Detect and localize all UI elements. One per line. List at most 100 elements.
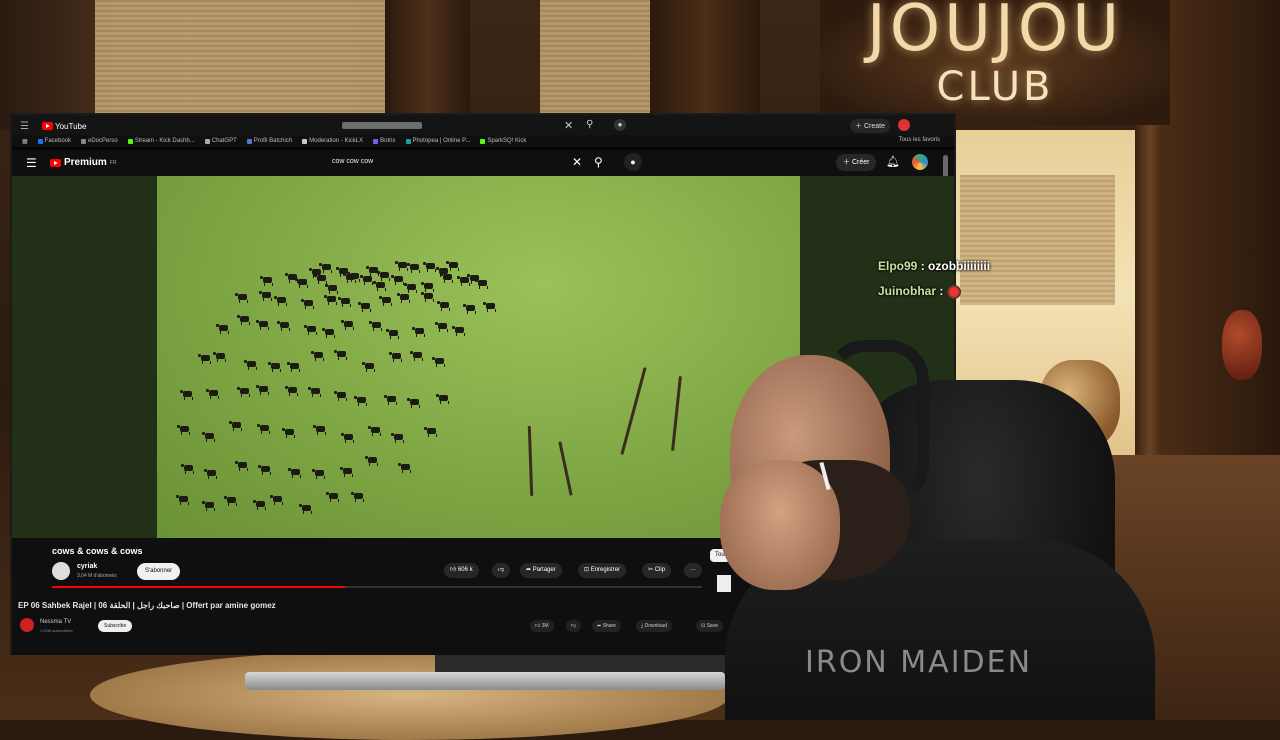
clear-search-icon[interactable]: ✕ <box>572 155 582 169</box>
notifications-bell-icon[interactable]: 🔔︎ <box>886 155 900 168</box>
bookmark-item[interactable]: ChatGPT <box>204 138 237 144</box>
overlay-download-button[interactable]: ⤓ Download <box>636 620 672 632</box>
cow <box>462 303 476 314</box>
cow <box>257 464 271 475</box>
cow <box>421 282 435 293</box>
cow <box>391 432 405 443</box>
youtube-premium-logo[interactable]: Premium FR <box>50 157 116 168</box>
bookmark-label: Photopea | Online P... <box>412 138 471 144</box>
cow <box>385 328 399 339</box>
cow <box>203 468 217 479</box>
bookmark-item[interactable]: SparkSQ! Kick <box>480 138 526 144</box>
thumbs-down-icon: 👎︎ <box>498 567 505 573</box>
bookmark-item[interactable]: Moderation - KickLX <box>302 138 363 144</box>
browser-menu-icon[interactable]: ☰ <box>20 121 34 132</box>
notification-icon[interactable] <box>898 119 910 131</box>
cow <box>274 295 288 306</box>
cow <box>483 302 497 313</box>
overlay-dislike-button[interactable]: 👎︎ <box>566 620 582 632</box>
url-bar[interactable] <box>342 122 422 129</box>
cow <box>396 293 410 304</box>
hamburger-menu-icon[interactable]: ☰ <box>26 156 37 170</box>
cow <box>216 323 230 334</box>
search-icon[interactable]: ⚲ <box>594 155 603 169</box>
bookmark-item[interactable]: Stream - Kick Dashb... <box>127 138 195 144</box>
bookmark-favicon-icon <box>373 138 379 144</box>
voice-search-icon[interactable]: ● <box>624 153 642 171</box>
progress-fill <box>52 586 345 588</box>
overlay-channel-name[interactable]: Nessma TV <box>40 619 71 625</box>
bookmark-favicon-icon <box>405 138 411 144</box>
streamer-hand <box>720 460 840 590</box>
all-bookmarks-link[interactable]: Tous les favoris <box>899 137 940 143</box>
cow <box>390 274 404 285</box>
cow <box>333 350 347 361</box>
video-frame[interactable] <box>157 176 800 538</box>
cow <box>389 352 403 363</box>
cow <box>368 321 382 332</box>
cow <box>176 425 190 436</box>
cow <box>376 270 390 281</box>
browser-create-button[interactable]: ＋ Create <box>850 119 890 133</box>
fence-post <box>558 441 573 496</box>
bookmark-item[interactable]: Profil Batchich <box>246 138 292 144</box>
cow <box>244 359 258 370</box>
close-icon[interactable]: ✕ <box>564 119 573 132</box>
clip-button[interactable]: ✂ Clip <box>642 563 672 578</box>
browser-logo-text: YouTube <box>55 121 87 131</box>
overlay-like-count: 3M <box>541 623 549 629</box>
cow <box>394 261 408 272</box>
search-icon[interactable]: ⚲ <box>586 119 593 130</box>
like-count: 606 k <box>457 567 473 573</box>
bookmark-label: Botrix <box>380 138 396 144</box>
cow <box>340 466 354 477</box>
cow <box>295 277 309 288</box>
create-label: Créer <box>851 159 870 166</box>
channel-name[interactable]: cyriak <box>77 563 97 570</box>
save-button[interactable]: ⊡ Enregistrer <box>578 563 627 578</box>
account-avatar[interactable] <box>912 154 928 170</box>
cow <box>474 279 488 290</box>
browser-youtube-logo[interactable]: YouTube <box>42 122 86 131</box>
cow <box>313 425 327 436</box>
overlay-channel-avatar[interactable] <box>20 618 34 632</box>
bookmark-label: Stream - Kick Dashb... <box>134 138 195 144</box>
more-actions-button[interactable]: ··· <box>684 563 702 578</box>
bookmark-favicon-icon <box>37 138 43 144</box>
cow <box>457 275 471 286</box>
cow <box>407 398 421 409</box>
search-input[interactable]: cow cow cow <box>332 158 373 165</box>
cow <box>436 300 450 311</box>
channel-avatar[interactable] <box>52 562 70 580</box>
cow <box>362 361 376 372</box>
dislike-button[interactable]: 👎︎ <box>492 563 511 578</box>
channel-subscribers: 3,04 M d'abonnés <box>77 573 117 579</box>
mic-icon[interactable]: ● <box>614 119 626 131</box>
cow <box>287 361 301 372</box>
wall-newspaper <box>540 0 650 115</box>
cow <box>197 353 211 364</box>
like-button[interactable]: 👍︎ 606 k <box>444 563 479 578</box>
overlay-download-label: Download <box>644 623 667 629</box>
bookmark-item[interactable]: Photopea | Online P... <box>405 138 471 144</box>
subscribe-button[interactable]: S'abonner <box>137 563 181 580</box>
wooden-beam <box>650 0 760 120</box>
overlay-like-button[interactable]: 👍︎ 3M <box>530 620 554 632</box>
share-button[interactable]: ➦ Partager <box>520 563 562 578</box>
cow <box>228 420 242 431</box>
tv-stand <box>245 672 725 690</box>
overlay-share-label: Share <box>602 623 616 629</box>
bookmark-favicon-icon <box>480 138 486 144</box>
cow <box>252 500 266 511</box>
overlay-share-button[interactable]: ➦ Share <box>592 620 621 632</box>
chat-message: Juinobhar : <box>878 284 961 299</box>
bookmark-item[interactable]: Facebook <box>37 138 71 144</box>
bookmark-item[interactable]: Botrix <box>373 138 396 144</box>
overlay-subscribe-button[interactable]: Subscribe <box>98 620 133 632</box>
cow <box>256 424 270 435</box>
bookmark-item[interactable]: eDocPerso <box>81 138 118 144</box>
apps-icon[interactable]: ▦ <box>22 138 28 145</box>
create-button[interactable]: ＋ Créer <box>836 154 877 171</box>
cow <box>260 276 274 287</box>
thumbs-down-icon: 👎︎ <box>571 623 577 629</box>
